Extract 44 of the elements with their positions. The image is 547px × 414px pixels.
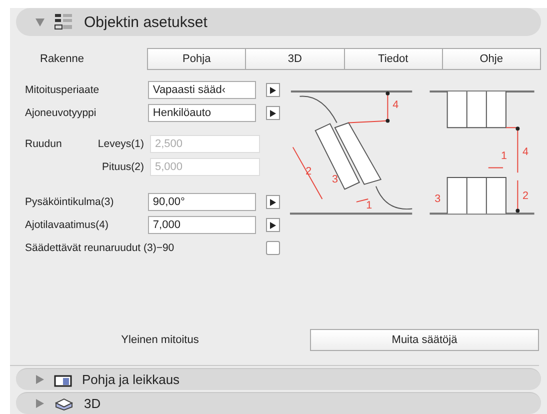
input-field[interactable]: Vapaasti sääd‹	[148, 81, 256, 99]
popup-button[interactable]	[266, 218, 280, 232]
tab[interactable]: Ohje	[442, 48, 541, 70]
checkbox-label: Säädettävät reunaruudut (3)−90	[25, 242, 176, 254]
dimension-label: 4	[392, 99, 399, 112]
3d-box-icon	[54, 396, 74, 410]
tab[interactable]: 3D	[245, 48, 344, 70]
field-label: Leveys(1)	[96, 138, 145, 150]
field-label: Pysäköintikulma(3)	[25, 196, 115, 208]
dimension-label: 3	[434, 192, 441, 205]
section-header[interactable]: Objektin asetukset	[16, 8, 541, 36]
dimension-label: 2	[522, 190, 529, 202]
dimension-label: 1	[501, 150, 508, 162]
input-field[interactable]: 90,00°	[148, 193, 256, 211]
field-label: Ajoneuvotyyppi	[25, 107, 98, 119]
section-header[interactable]: 3D	[16, 392, 541, 414]
popup-button[interactable]	[266, 195, 280, 209]
input-field[interactable]: 7,000	[148, 216, 256, 234]
tabs-label: Rakenne	[39, 53, 86, 65]
input-field[interactable]: Henkilöauto	[148, 104, 256, 122]
footer-label: Yleinen mitoitus	[120, 334, 200, 346]
section-header[interactable]: Pohja ja leikkaus	[16, 368, 541, 390]
dimension-label: 1	[366, 200, 372, 212]
section-title: Objektin asetukset	[84, 14, 208, 30]
dimension-label: 4	[522, 146, 529, 158]
settings-list-icon	[54, 12, 74, 32]
field-label: Ajotilavaatimus(4)	[25, 219, 110, 231]
section-title: Pohja ja leikkaus	[82, 372, 180, 387]
play-arrow-icon	[270, 110, 276, 116]
group-label: Ruudun	[25, 137, 63, 152]
section-title: 3D	[84, 396, 101, 411]
field-label: Mitoitusperiaate	[25, 84, 100, 96]
play-arrow-icon	[270, 222, 276, 228]
popup-button[interactable]	[266, 106, 280, 120]
field-label: Pituus(2)	[100, 161, 145, 173]
checkbox[interactable]	[266, 241, 280, 255]
dimension-label: 3	[332, 173, 338, 186]
tab[interactable]: Pohja	[147, 48, 246, 70]
more-settings-button[interactable]: Muita säätöjä	[310, 329, 539, 351]
play-arrow-icon	[270, 198, 276, 206]
popup-button[interactable]	[266, 83, 280, 97]
play-arrow-icon	[270, 86, 276, 94]
floor-plan-icon	[54, 372, 72, 386]
tab[interactable]: Tiedot	[344, 48, 443, 70]
